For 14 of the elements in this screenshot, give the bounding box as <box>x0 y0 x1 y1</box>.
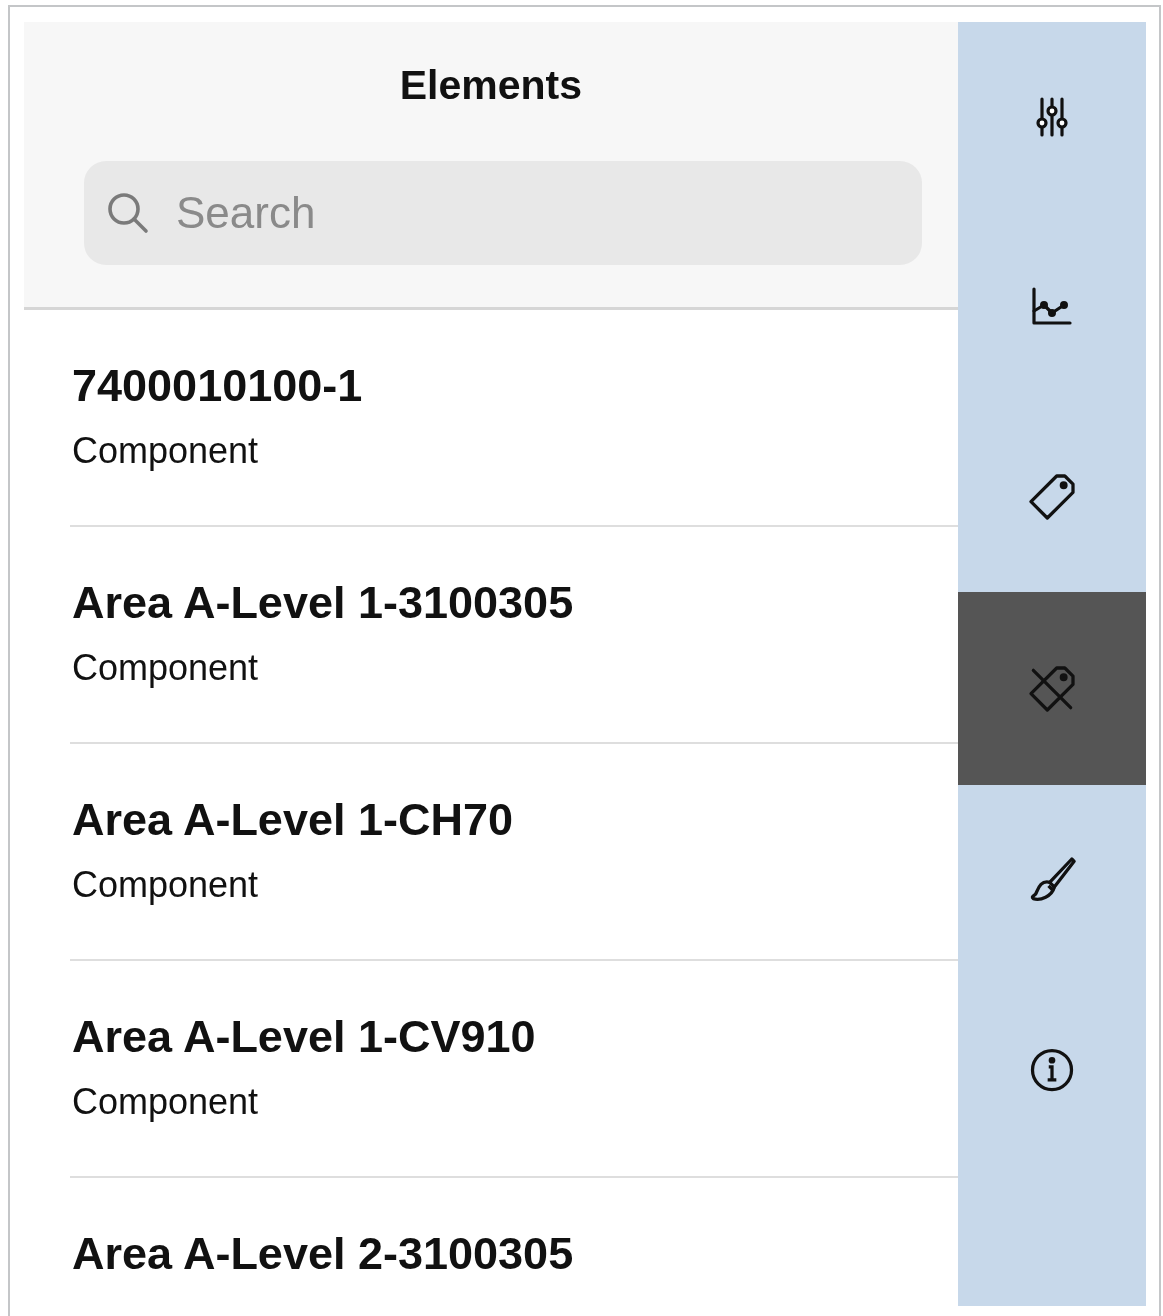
element-type: Component <box>72 647 260 689</box>
search-field[interactable]: Search <box>84 161 922 265</box>
element-type: Component <box>72 864 260 906</box>
element-row[interactable]: 7400010100-1 Component <box>70 310 958 525</box>
element-name: Area A-Level 1-CH70 <box>72 794 514 846</box>
element-type: Component <box>72 430 260 472</box>
element-name: 7400010100-1 <box>72 360 364 412</box>
element-name: Area A-Level 1-3100305 <box>72 577 575 629</box>
element-type: Component <box>72 1081 260 1123</box>
element-name: Area A-Level 2-3100305 <box>72 1228 575 1280</box>
header-title: Elements <box>398 62 583 109</box>
element-row[interactable]: Area A-Level 2-3100305 <box>70 1176 958 1316</box>
element-name: Area A-Level 1-CV910 <box>72 1011 537 1063</box>
sidebar-tab[interactable] <box>957 592 1146 785</box>
